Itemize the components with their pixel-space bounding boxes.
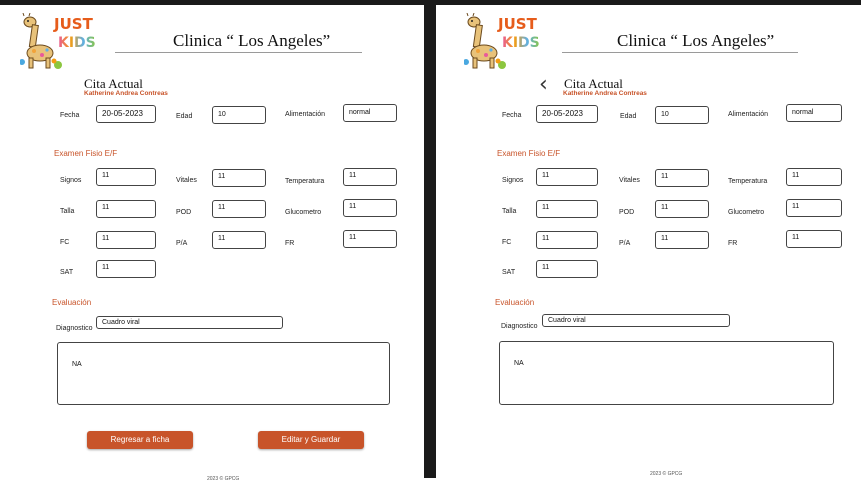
pod-field[interactable]: 11 xyxy=(212,200,266,218)
back-chevron-icon[interactable]: ‹ xyxy=(539,74,548,96)
sat-label: SAT xyxy=(502,269,516,276)
vitales-field[interactable]: 11 xyxy=(212,169,266,187)
brand-kids-text: KIDS xyxy=(502,35,540,51)
fecha-label: Fecha xyxy=(502,112,522,119)
pod-label: POD xyxy=(176,209,192,216)
clinic-title: Clinica “ Los Angeles” xyxy=(173,31,331,50)
talla-field[interactable]: 11 xyxy=(96,200,156,218)
edad-label: Edad xyxy=(176,113,193,120)
vitales-field[interactable]: 11 xyxy=(655,169,709,187)
fecha-field[interactable]: 20-05-2023 xyxy=(96,105,156,123)
footer-copyright: 2023 © GPCG xyxy=(650,471,683,477)
regresar-a-ficha-button[interactable]: Regresar a ficha xyxy=(87,431,193,449)
sat-field[interactable]: 11 xyxy=(536,260,598,278)
brand-kids-text: KIDS xyxy=(58,35,96,51)
alimentacion-field[interactable]: normal xyxy=(343,104,397,122)
temperatura-field[interactable]: 11 xyxy=(343,168,397,186)
footer-copyright: 2023 © GPCG xyxy=(207,476,240,482)
diagnostico-label: Diagnostico xyxy=(501,323,538,330)
diagnostico-field[interactable]: Cuadro viral xyxy=(542,314,730,327)
signos-field[interactable]: 11 xyxy=(96,168,156,186)
pa-field[interactable]: 11 xyxy=(212,231,266,249)
pa-label: P/A xyxy=(619,240,631,247)
diagnostico-field[interactable]: Cuadro viral xyxy=(96,316,283,329)
brand-kids: KIDS xyxy=(502,35,540,51)
pod-label: POD xyxy=(619,209,635,216)
exam-title: Examen Fisio E/F xyxy=(54,149,118,158)
alimentacion-field[interactable]: normal xyxy=(786,104,842,122)
fc-field[interactable]: 11 xyxy=(536,231,598,249)
glucometro-label: Glucometro xyxy=(728,209,765,216)
fc-label: FC xyxy=(502,239,512,246)
signos-field[interactable]: 11 xyxy=(536,168,598,186)
talla-field[interactable]: 11 xyxy=(536,200,598,218)
panel-divider xyxy=(424,0,436,478)
signos-label: Signos xyxy=(60,177,82,184)
edad-field[interactable]: 10 xyxy=(655,106,709,124)
fecha-field[interactable]: 20-05-2023 xyxy=(536,105,598,123)
signos-label: Signos xyxy=(502,177,524,184)
glucometro-field[interactable]: 11 xyxy=(343,199,397,217)
brand-just: JUST xyxy=(498,15,537,33)
pod-field[interactable]: 11 xyxy=(655,200,709,218)
exam-title: Examen Fisio E/F xyxy=(497,149,561,158)
title-underline xyxy=(115,52,362,53)
sat-field[interactable]: 11 xyxy=(96,260,156,278)
just-kids-logo: JUST KIDS xyxy=(20,13,102,69)
right-panel: JUST KIDS Clinica “ Los Angeles” ‹ Cita … xyxy=(436,5,861,478)
glucometro-label: Glucometro xyxy=(285,209,322,216)
brand-just: JUST xyxy=(54,15,93,33)
fc-field[interactable]: 11 xyxy=(96,231,156,249)
patient-name: Katherine Andrea Contreas xyxy=(563,90,647,97)
sat-label: SAT xyxy=(60,269,74,276)
notes-textarea[interactable]: NA xyxy=(499,341,834,405)
editar-y-guardar-button[interactable]: Editar y Guardar xyxy=(258,431,364,449)
temperatura-label: Temperatura xyxy=(285,178,325,185)
edad-field[interactable]: 10 xyxy=(212,106,266,124)
glucometro-field[interactable]: 11 xyxy=(786,199,842,217)
fecha-label: Fecha xyxy=(60,112,80,119)
alimentacion-label: Alimentación xyxy=(728,111,769,118)
edad-label: Edad xyxy=(620,113,637,120)
notes-textarea[interactable]: NA xyxy=(57,342,390,405)
fr-label: FR xyxy=(285,240,295,247)
vitales-label: Vitales xyxy=(176,177,197,184)
talla-label: Talla xyxy=(502,208,517,215)
patient-name: Katherine Andrea Contreas xyxy=(84,90,168,97)
title-underline xyxy=(562,52,798,53)
fr-field[interactable]: 11 xyxy=(343,230,397,248)
vitales-label: Vitales xyxy=(619,177,640,184)
fr-label: FR xyxy=(728,240,738,247)
pa-field[interactable]: 11 xyxy=(655,231,709,249)
just-kids-logo: JUST KIDS xyxy=(464,13,546,69)
brand-kids: KIDS xyxy=(58,35,96,51)
talla-label: Talla xyxy=(60,208,75,215)
temperatura-label: Temperatura xyxy=(728,178,768,185)
clinic-title: Clinica “ Los Angeles” xyxy=(617,31,775,50)
diagnostico-label: Diagnostico xyxy=(56,325,93,332)
evaluation-title: Evaluación xyxy=(52,298,92,307)
pa-label: P/A xyxy=(176,240,188,247)
evaluation-title: Evaluación xyxy=(495,298,535,307)
temperatura-field[interactable]: 11 xyxy=(786,168,842,186)
left-panel: JUST KIDS Clinica “ Los Angeles” Cita Ac… xyxy=(0,5,424,482)
alimentacion-label: Alimentación xyxy=(285,111,326,118)
fc-label: FC xyxy=(60,239,70,246)
fr-field[interactable]: 11 xyxy=(786,230,842,248)
